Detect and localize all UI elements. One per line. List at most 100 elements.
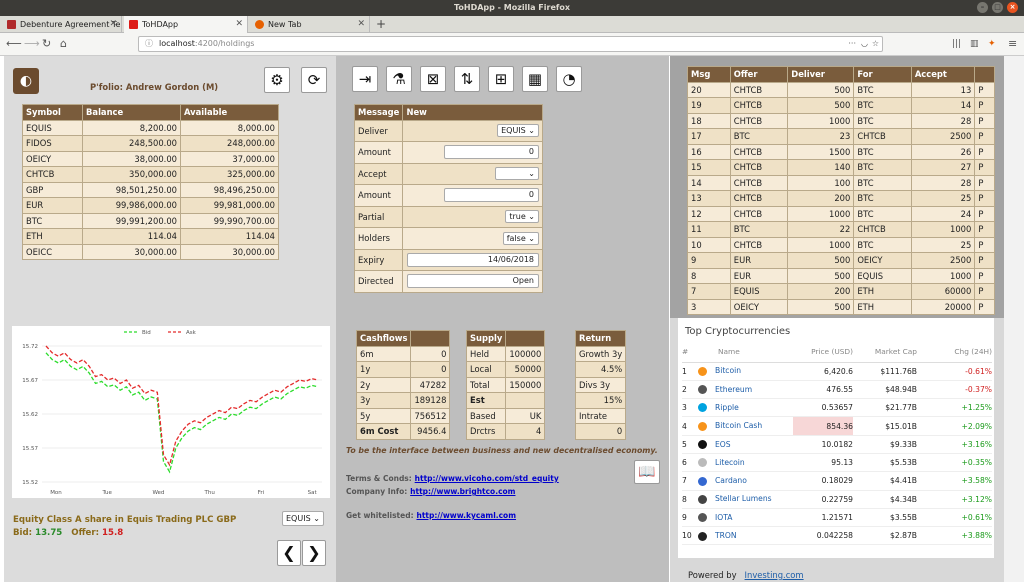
accept-cell: 2500 [910, 128, 976, 145]
crypto-row[interactable]: 7 Cardano 0.18029 $4.41B +3.58% [682, 471, 992, 491]
offer-row[interactable]: 17 BTC 23 CHTCB 2500 P [687, 128, 995, 145]
offer-row[interactable]: 16 CHTCB 1500 BTC 26 P [687, 143, 995, 160]
reload-icon[interactable]: ↻ [42, 37, 51, 51]
close-tab-icon[interactable]: ✕ [235, 16, 243, 33]
return-value: 4.5% [574, 361, 627, 378]
crypto-name[interactable]: EOS [715, 440, 731, 449]
portfolio-row[interactable]: BTC 99,991,200.00 99,990,700.00 [21, 212, 279, 229]
offer-row[interactable]: 18 CHTCB 1000 BTC 28 P [687, 112, 995, 129]
offer-row[interactable]: 15 CHTCB 140 BTC 27 P [687, 159, 995, 176]
tab-label: New Tab [268, 20, 302, 29]
logout-button[interactable]: ⇥ [352, 66, 378, 92]
offer-row[interactable]: 10 CHTCB 1000 BTC 25 P [687, 236, 995, 253]
crypto-row[interactable]: 2 Ethereum 476.55 $48.94B -0.37% [682, 380, 992, 400]
crypto-row[interactable]: 4 Bitcoin Cash 854.36 $15.01B +2.09% [682, 416, 992, 436]
crypto-name[interactable]: Cardano [715, 476, 747, 485]
portfolio-row[interactable]: OEICC 30,000.00 30,000.00 [21, 243, 279, 260]
book-button[interactable]: 📖 [634, 460, 660, 484]
page-actions-icon[interactable]: ··· [848, 37, 856, 51]
portfolio-row[interactable]: EQUIS 8,200.00 8,000.00 [21, 119, 279, 136]
close-tab-icon[interactable]: ✕ [357, 16, 365, 33]
offer-row[interactable]: 7 EQUIS 200 ETH 60000 P [687, 283, 995, 300]
extension-icon[interactable]: ✦ [988, 37, 996, 51]
page-scrollbar[interactable] [1004, 56, 1024, 582]
directed-input[interactable]: Open [407, 274, 539, 289]
close-window-icon[interactable]: × [1007, 2, 1018, 13]
portfolio-row[interactable]: EUR 99,986,000.00 99,981,000.00 [21, 197, 279, 214]
portfolio-row[interactable]: CHTCB 350,000.00 325,000.00 [21, 166, 279, 183]
equity-select[interactable]: EQUIS ⌄ [282, 511, 324, 526]
portfolio-row[interactable]: FIDOS 248,500.00 248,000.00 [21, 135, 279, 152]
crypto-name[interactable]: IOTA [715, 513, 732, 522]
contactless-button[interactable]: ◔ [556, 66, 582, 92]
crypto-row[interactable]: 3 Ripple 0.53657 $21.77B +1.25% [682, 398, 992, 418]
offer-row[interactable]: 14 CHTCB 100 BTC 28 P [687, 174, 995, 191]
offer-row[interactable]: 20 CHTCB 500 BTC 13 P [687, 81, 995, 98]
exchange-button[interactable]: ⇅ [454, 66, 480, 92]
crypto-name[interactable]: Bitcoin [715, 366, 741, 375]
crypto-name[interactable]: Bitcoin Cash [715, 421, 762, 430]
portfolio-row[interactable]: OEICY 38,000.00 37,000.00 [21, 150, 279, 167]
offer-row[interactable]: 19 CHTCB 500 BTC 14 P [687, 97, 995, 114]
terms-link[interactable]: http://www.vicoho.com/std_equity [415, 474, 559, 483]
holders-select[interactable]: false ⌄ [502, 231, 539, 245]
maximize-icon[interactable]: □ [992, 2, 1003, 13]
accept-amount-input[interactable]: 0 [444, 188, 539, 203]
crypto-name[interactable]: Stellar Lumens [715, 494, 772, 503]
offer-row[interactable]: 12 CHTCB 1000 BTC 24 P [687, 205, 995, 222]
portfolio-row[interactable]: GBP 98,501,250.00 98,496,250.00 [21, 181, 279, 198]
next-button[interactable]: ❯ [302, 540, 326, 566]
company-link[interactable]: http://www.brightco.com [410, 487, 515, 496]
crypto-name[interactable]: Ethereum [715, 385, 752, 394]
crypto-name[interactable]: Ripple [715, 403, 739, 412]
offer-row[interactable]: 3 OEICY 500 ETH 20000 P [687, 298, 995, 315]
offer-row[interactable]: 11 BTC 22 CHTCB 1000 P [687, 221, 995, 238]
lab-button[interactable]: ⚗ [386, 66, 412, 92]
accept-select[interactable]: ⌄ [495, 167, 539, 181]
portfolio-row[interactable]: ETH 114.04 114.04 [21, 228, 279, 245]
bookmark-star-icon[interactable]: ☆ [872, 37, 879, 51]
sidebar-icon[interactable]: ▥ [970, 37, 979, 51]
cancel-order-button[interactable]: ⊠ [420, 66, 446, 92]
crypto-name[interactable]: Litecoin [715, 458, 745, 467]
crypto-price: 0.18029 [793, 471, 853, 491]
deliver-select[interactable]: EQUIS ⌄ [497, 124, 539, 138]
offer-row[interactable]: 8 EUR 500 EQUIS 1000 P [687, 267, 995, 284]
deliver-cell: 500 [787, 252, 855, 269]
offer-row[interactable]: 13 CHTCB 200 BTC 25 P [687, 190, 995, 207]
close-tab-icon[interactable]: ✕ [109, 16, 117, 33]
for-cell: CHTCB [853, 221, 912, 238]
offer-row[interactable]: 9 EUR 500 OEICY 2500 P [687, 252, 995, 269]
crypto-row[interactable]: 6 Litecoin 95.13 $5.53B +0.35% [682, 453, 992, 473]
investing-link[interactable]: Investing.com [745, 570, 804, 580]
whitelist-link[interactable]: http://www.kycaml.com [416, 511, 516, 520]
settings-button[interactable]: ⚙ [264, 67, 290, 93]
chart-button[interactable]: ▦ [522, 66, 548, 92]
refresh-button[interactable]: ⟳ [301, 67, 327, 93]
new-tab-button[interactable]: + [376, 16, 386, 33]
info-icon[interactable]: ⓘ [145, 37, 153, 51]
minimize-icon[interactable]: – [977, 2, 988, 13]
tab-debenture[interactable]: Debenture Agreement Te ✕ [2, 16, 122, 33]
crypto-row[interactable]: 5 EOS 10.0182 $9.33B +3.16% [682, 435, 992, 454]
back-icon[interactable]: ⟵ [6, 37, 22, 51]
prev-button[interactable]: ❮ [277, 540, 301, 566]
menu-icon[interactable]: ≡ [1008, 37, 1017, 51]
library-icon[interactable]: ||| [952, 37, 961, 51]
deliver-amount-input[interactable]: 0 [444, 145, 539, 160]
tab-tohdapp[interactable]: ToHDApp ✕ [124, 16, 248, 33]
crypto-row[interactable]: 9 IOTA 1.21571 $3.55B +0.61% [682, 508, 992, 528]
crypto-row[interactable]: 10 TRON 0.042258 $2.87B +3.88% [682, 526, 992, 546]
tab-new[interactable]: New Tab ✕ [250, 16, 370, 33]
expiry-input[interactable]: 14/06/2018 [407, 252, 539, 267]
partial-select[interactable]: true ⌄ [505, 210, 539, 224]
new-message-button[interactable]: ⊞ [488, 66, 514, 92]
url-bar[interactable]: ⓘ localhost:4200/holdings ··· ◡ ☆ [138, 36, 883, 52]
home-icon[interactable]: ⌂ [60, 37, 67, 51]
crypto-name[interactable]: TRON [715, 531, 737, 540]
forward-icon[interactable]: ⟶ [24, 37, 40, 51]
cashflows-table: Cashflows 6m 0 1y 0 2y 47282 3y 189128 5y 756512 6… [355, 330, 451, 440]
crypto-row[interactable]: 1 Bitcoin 6,420.6 $111.76B -0.61% [682, 362, 992, 381]
crypto-row[interactable]: 8 Stellar Lumens 0.22759 $4.34B +3.12% [682, 490, 992, 509]
pocket-icon[interactable]: ◡ [861, 37, 868, 51]
